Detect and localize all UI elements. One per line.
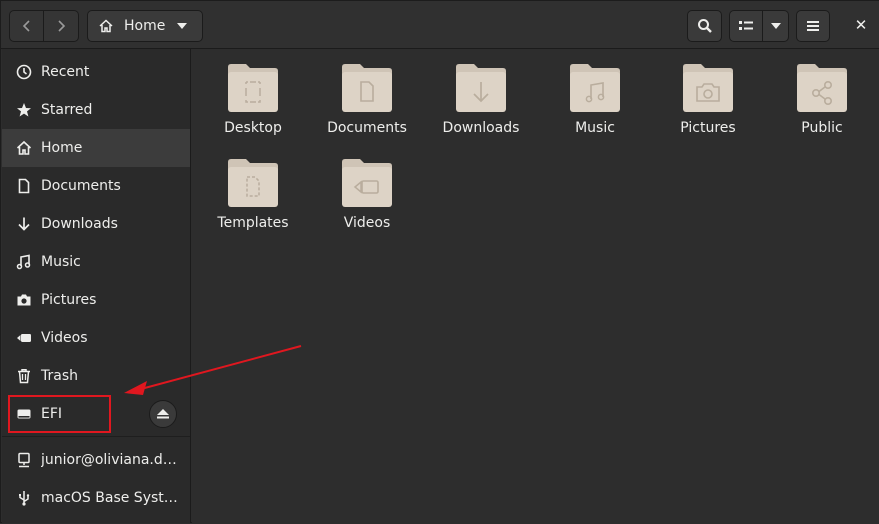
view-options-dropdown[interactable] xyxy=(763,10,789,42)
videos-folder-icon xyxy=(342,159,392,207)
download-arrow-icon xyxy=(16,216,32,232)
sidebar-item-label: Home xyxy=(41,140,83,156)
home-icon xyxy=(99,19,113,33)
close-icon: ✕ xyxy=(854,16,868,34)
network-server-icon xyxy=(16,452,32,468)
camera-icon xyxy=(16,292,32,308)
eject-button[interactable] xyxy=(149,400,177,428)
sidebar-item-label: Downloads xyxy=(41,216,118,232)
eject-icon xyxy=(157,409,169,419)
music-note-icon xyxy=(16,254,32,270)
close-window-button[interactable]: ✕ xyxy=(851,15,871,35)
templates-folder-icon xyxy=(228,159,278,207)
folder-downloads[interactable]: Downloads xyxy=(424,63,538,153)
music-folder-icon xyxy=(570,64,620,112)
star-icon xyxy=(16,102,32,118)
file-name: Documents xyxy=(327,120,407,136)
hamburger-menu-icon xyxy=(807,21,819,31)
sidebar-item-music[interactable]: Music xyxy=(2,243,190,281)
file-name: Templates xyxy=(217,215,289,231)
clock-icon xyxy=(16,64,32,80)
pan-down-icon[interactable] xyxy=(177,23,188,29)
main-menu-button[interactable] xyxy=(796,10,830,42)
file-name: Music xyxy=(575,120,615,136)
sidebar-item-starred[interactable]: Starred xyxy=(2,91,190,129)
file-manager-window: Home ✕ Recent Starred Home Documents Dow… xyxy=(0,0,879,524)
sidebar-item-label: Music xyxy=(41,254,81,270)
forward-button[interactable] xyxy=(44,10,79,42)
downloads-folder-icon xyxy=(456,64,506,112)
search-button[interactable] xyxy=(687,10,722,42)
sidebar-item-downloads[interactable]: Downloads xyxy=(2,205,190,243)
sidebar-item-macos-base-system[interactable]: macOS Base Syste… xyxy=(2,479,190,517)
view-list-icon xyxy=(739,21,753,30)
go-previous-icon xyxy=(22,20,30,32)
file-name: Downloads xyxy=(442,120,520,136)
header-bar: Home ✕ xyxy=(1,1,879,49)
search-icon xyxy=(697,19,712,33)
file-name: Videos xyxy=(343,215,391,231)
file-name: Desktop xyxy=(224,120,282,136)
sidebar-item-network-server[interactable]: junior@oliviana.dn… xyxy=(2,441,190,479)
public-share-folder-icon xyxy=(797,64,847,112)
file-name: Public xyxy=(801,120,843,136)
path-label: Home xyxy=(124,18,166,34)
places-sidebar: Recent Starred Home Documents Downloads … xyxy=(2,49,191,523)
sidebar-item-label: Recent xyxy=(41,64,90,80)
folder-pictures[interactable]: Pictures xyxy=(651,63,765,153)
navigation-buttons xyxy=(9,10,79,42)
document-icon xyxy=(16,178,32,194)
sidebar-item-trash[interactable]: Trash xyxy=(2,357,190,395)
view-toggle-group xyxy=(729,10,789,42)
view-mode-button[interactable] xyxy=(729,10,763,42)
desktop-folder-icon xyxy=(228,64,278,112)
sidebar-item-videos[interactable]: Videos xyxy=(2,319,190,357)
folder-music[interactable]: Music xyxy=(538,63,652,153)
folder-templates[interactable]: Templates xyxy=(196,158,310,248)
folder-documents[interactable]: Documents xyxy=(310,63,424,153)
sidebar-item-label: Starred xyxy=(41,102,93,118)
back-button[interactable] xyxy=(9,10,44,42)
video-camera-icon xyxy=(16,330,32,346)
sidebar-item-label: Pictures xyxy=(41,292,97,308)
sidebar-item-recent[interactable]: Recent xyxy=(2,53,190,91)
usb-icon xyxy=(16,490,32,506)
folder-public[interactable]: Public xyxy=(765,63,879,153)
folder-videos[interactable]: Videos xyxy=(310,158,424,248)
folder-desktop[interactable]: Desktop xyxy=(196,63,310,153)
file-name: Pictures xyxy=(680,120,736,136)
documents-folder-icon xyxy=(342,64,392,112)
sidebar-item-label: macOS Base Syste… xyxy=(41,490,181,506)
trash-icon xyxy=(16,368,32,384)
pan-down-icon xyxy=(770,23,781,29)
file-view: Desktop Documents Downloads Music Pictur… xyxy=(192,49,879,524)
sidebar-item-label: Videos xyxy=(41,330,88,346)
sidebar-separator xyxy=(2,436,190,437)
sidebar-item-label: Trash xyxy=(41,368,78,384)
path-bar-home[interactable]: Home xyxy=(87,10,203,42)
sidebar-item-pictures[interactable]: Pictures xyxy=(2,281,190,319)
pictures-folder-icon xyxy=(683,64,733,112)
sidebar-item-label: Documents xyxy=(41,178,121,194)
annotation-highlight-box xyxy=(8,395,111,433)
sidebar-item-home[interactable]: Home xyxy=(2,129,190,167)
home-icon xyxy=(16,140,32,156)
sidebar-item-documents[interactable]: Documents xyxy=(2,167,190,205)
sidebar-item-label: junior@oliviana.dn… xyxy=(41,452,181,468)
go-next-icon xyxy=(58,20,66,32)
